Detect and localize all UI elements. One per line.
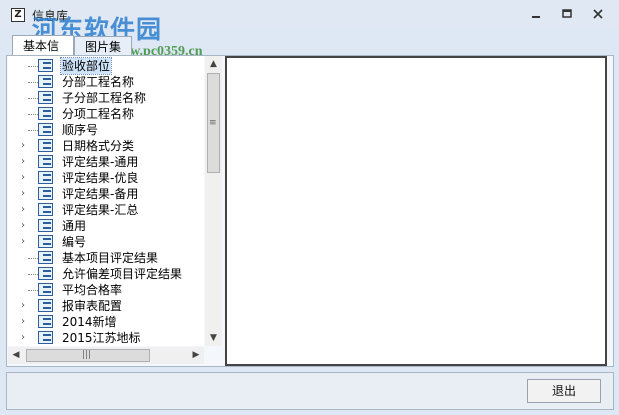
list-node-icon [38, 59, 53, 72]
grip-icon: ||| [82, 350, 92, 360]
expand-arrow-icon[interactable]: › [18, 299, 28, 313]
tree-item-label: 日期格式分类 [62, 139, 135, 153]
tree-item[interactable]: › 2014新增 [8, 314, 204, 330]
tree-item[interactable]: › 通用 [8, 218, 204, 234]
tree-item[interactable]: › 评定结果-备用 [8, 186, 204, 202]
list-node-icon [38, 235, 53, 248]
list-node-icon [38, 187, 53, 200]
expand-arrow-icon[interactable]: › [18, 219, 28, 233]
tree-item-label: 基本项目评定结果 [62, 251, 159, 265]
expand-arrow-icon[interactable]: › [18, 203, 28, 217]
tree-item[interactable]: 允许偏差项目评定结果 [8, 266, 204, 282]
tree-item[interactable]: 分项工程名称 [8, 106, 204, 122]
list-node-icon [38, 203, 53, 216]
expand-arrow-icon[interactable]: › [18, 139, 28, 153]
tree-item[interactable]: › 评定结果-汇总 [8, 202, 204, 218]
tree-item-label: 子分部工程名称 [62, 91, 147, 105]
list-node-icon [38, 123, 53, 136]
tree-item-label: 验收部位 [59, 57, 113, 75]
tree-item-label: 分项工程名称 [62, 107, 135, 121]
app-icon: Z [11, 8, 25, 22]
list-node-icon [38, 251, 53, 264]
tree-vertical-scrollbar[interactable]: ▲ ≡ ▼ [205, 56, 222, 346]
tree-item-label: 允许偏差项目评定结果 [62, 267, 183, 281]
tree-item-label: 2014新增 [62, 315, 117, 329]
tree-item[interactable]: 分部工程名称 [8, 74, 204, 90]
tree-item[interactable]: 顺序号 [8, 122, 204, 138]
list-node-icon [38, 75, 53, 88]
detail-panel[interactable] [225, 56, 607, 366]
tree-item-label: 编号 [62, 235, 87, 249]
close-button[interactable] [584, 6, 612, 24]
tree-item[interactable]: › 评定结果-通用 [8, 154, 204, 170]
scroll-down-icon[interactable]: ▼ [205, 330, 222, 346]
tree-item-label: 评定结果-备用 [62, 187, 139, 201]
tree-item-label: 评定结果-汇总 [62, 203, 139, 217]
list-node-icon [38, 267, 53, 280]
tree-item[interactable]: › 评定结果-优良 [8, 170, 204, 186]
minimize-button[interactable] [522, 6, 550, 24]
tree-item-label: 顺序号 [62, 123, 99, 137]
expand-arrow-icon[interactable]: › [18, 187, 28, 201]
tab-image-set[interactable]: 图片集 [74, 36, 132, 56]
bottom-bar [6, 372, 614, 410]
tab-basic-info[interactable]: 基本信息 [12, 35, 74, 73]
tree-item-label: 分部工程名称 [62, 75, 135, 89]
tree-item-label: 2015江苏地标 [62, 331, 141, 345]
expand-arrow-icon[interactable]: › [18, 235, 28, 249]
exit-button[interactable]: 退出 [527, 379, 601, 403]
grip-icon: ≡ [209, 118, 217, 128]
list-node-icon [38, 219, 53, 232]
scroll-right-icon[interactable]: ▶ [188, 347, 204, 364]
tree-item[interactable]: › 日期格式分类 [8, 138, 204, 154]
maximize-icon [562, 9, 572, 18]
list-node-icon [38, 315, 53, 328]
tree-item-label: 平均合格率 [62, 283, 123, 297]
expand-arrow-icon[interactable]: › [18, 155, 28, 169]
list-node-icon [38, 91, 53, 104]
tree-item[interactable]: 基本项目评定结果 [8, 250, 204, 266]
list-node-icon [38, 107, 53, 120]
close-icon [593, 9, 603, 19]
expand-arrow-icon[interactable]: › [18, 171, 28, 185]
tree-item[interactable]: › 报审表配置 [8, 298, 204, 314]
list-node-icon [38, 299, 53, 312]
tree-item[interactable]: 验收部位 [8, 57, 204, 75]
tree-item-label: 通用 [62, 219, 87, 233]
tree-item[interactable]: › 2015江苏地标 [8, 330, 204, 346]
info-tree[interactable]: 验收部位 分部工程名称 子分部工程名称 分项工程名称 顺序号 › 日期格式分类 › 评定结果-通… [8, 56, 204, 346]
tree-item-label: 评定结果-通用 [62, 155, 139, 169]
tree-item[interactable]: › 编号 [8, 234, 204, 250]
tree-horizontal-scrollbar[interactable]: ◀ ||| ▶ [8, 347, 204, 364]
scroll-left-icon[interactable]: ◀ [8, 347, 24, 364]
list-node-icon [38, 331, 53, 344]
minimize-icon [532, 16, 540, 18]
tree-item-label: 评定结果-优良 [62, 171, 139, 185]
maximize-button[interactable] [553, 6, 581, 24]
list-node-icon [38, 283, 53, 296]
list-node-icon [38, 155, 53, 168]
tree-item[interactable]: 平均合格率 [8, 282, 204, 298]
scroll-up-icon[interactable]: ▲ [205, 56, 222, 72]
tree-item-label: 报审表配置 [62, 299, 123, 313]
expand-arrow-icon[interactable]: › [18, 315, 28, 329]
list-node-icon [38, 139, 53, 152]
tree-item[interactable]: 子分部工程名称 [8, 90, 204, 106]
expand-arrow-icon[interactable]: › [18, 331, 28, 345]
list-node-icon [38, 171, 53, 184]
